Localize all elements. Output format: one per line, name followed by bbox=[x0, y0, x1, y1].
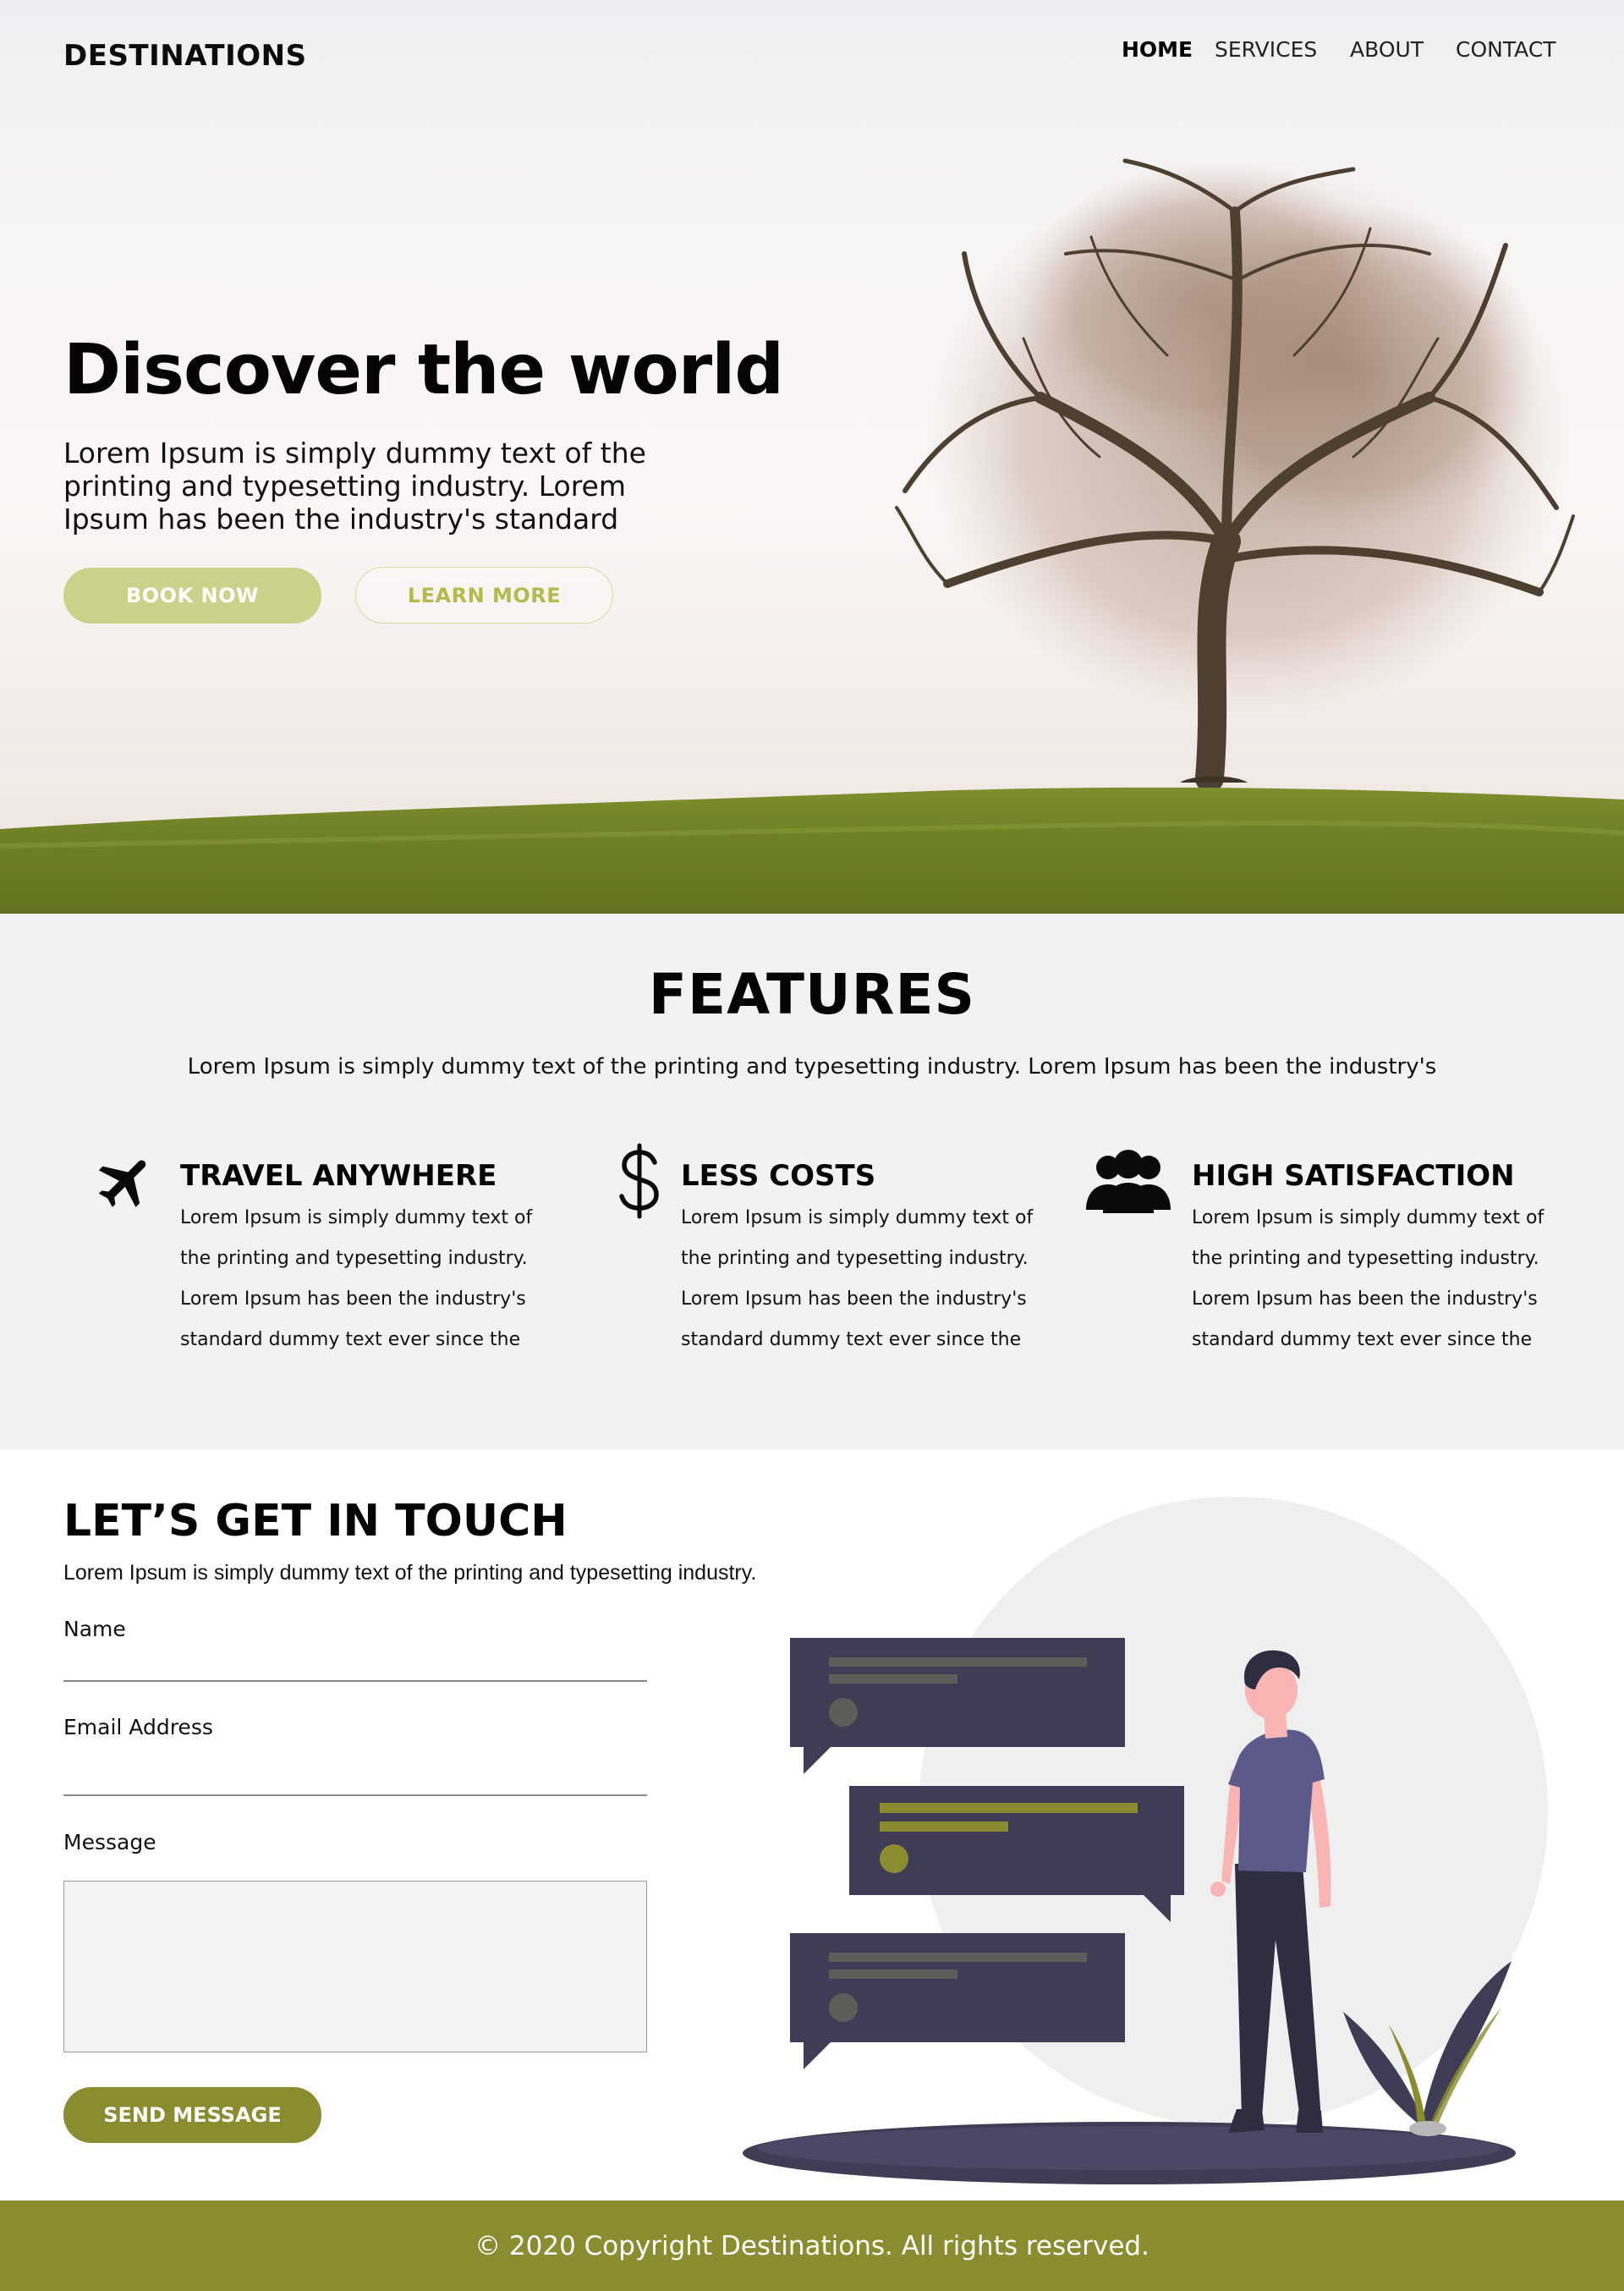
name-field[interactable] bbox=[63, 1649, 647, 1683]
email-field[interactable] bbox=[63, 1762, 647, 1796]
feature-text: Lorem Ipsum is simply dummy text of the … bbox=[180, 1207, 533, 1350]
hero-section: DESTINATIONS HOME SERVICES ABOUT CONTACT… bbox=[0, 0, 1624, 914]
name-field-underline bbox=[63, 1680, 647, 1682]
features-subtitle: Lorem Ipsum is simply dummy text of the … bbox=[187, 1054, 1437, 1080]
airplane-icon bbox=[98, 1160, 146, 1207]
nav-contact[interactable]: CONTACT bbox=[1456, 37, 1556, 62]
send-message-button[interactable]: SEND MESSAGE bbox=[63, 2087, 321, 2143]
features-title: FEATURES bbox=[648, 962, 976, 1027]
footer: © 2020 Copyright Destinations. All right… bbox=[0, 2200, 1624, 2291]
nav-about[interactable]: ABOUT bbox=[1350, 37, 1424, 62]
contact-subtitle: Lorem Ipsum is simply dummy text of the … bbox=[63, 1561, 757, 1585]
feature-title: LESS COSTS bbox=[681, 1159, 876, 1193]
book-now-button[interactable]: BOOK NOW bbox=[63, 568, 321, 624]
feature-text: Lorem Ipsum is simply dummy text of the … bbox=[681, 1207, 1034, 1350]
message-field[interactable] bbox=[63, 1881, 647, 2052]
features-section: FEATURES Lorem Ipsum is simply dummy tex… bbox=[0, 914, 1624, 1449]
email-field-underline bbox=[63, 1794, 647, 1796]
learn-more-button[interactable]: LEARN MORE bbox=[355, 567, 613, 624]
nav-services[interactable]: SERVICES bbox=[1215, 37, 1317, 62]
nav-home[interactable]: HOME bbox=[1122, 37, 1193, 62]
contact-title: LET’S GET IN TOUCH bbox=[63, 1496, 568, 1547]
copyright-text: © 2020 Copyright Destinations. All right… bbox=[475, 2230, 1149, 2261]
name-label: Name bbox=[63, 1617, 126, 1641]
users-icon bbox=[1086, 1150, 1171, 1213]
feature-title: TRAVEL ANYWHERE bbox=[180, 1159, 497, 1193]
contact-section: LET’S GET IN TOUCH Lorem Ipsum is simply… bbox=[0, 1449, 1624, 2200]
feature-title: HIGH SATISFACTION bbox=[1192, 1159, 1515, 1193]
email-label: Email Address bbox=[63, 1715, 213, 1739]
main-nav: HOME SERVICES ABOUT CONTACT bbox=[0, 37, 1624, 71]
hero-title: Discover the world bbox=[63, 330, 784, 410]
contact-illustration bbox=[743, 1497, 1548, 2184]
hero-description: Lorem Ipsum is simply dummy text of the … bbox=[63, 437, 646, 536]
dollar-icon bbox=[619, 1143, 659, 1219]
message-label: Message bbox=[63, 1830, 156, 1854]
feature-text: Lorem Ipsum is simply dummy text of the … bbox=[1192, 1207, 1544, 1350]
